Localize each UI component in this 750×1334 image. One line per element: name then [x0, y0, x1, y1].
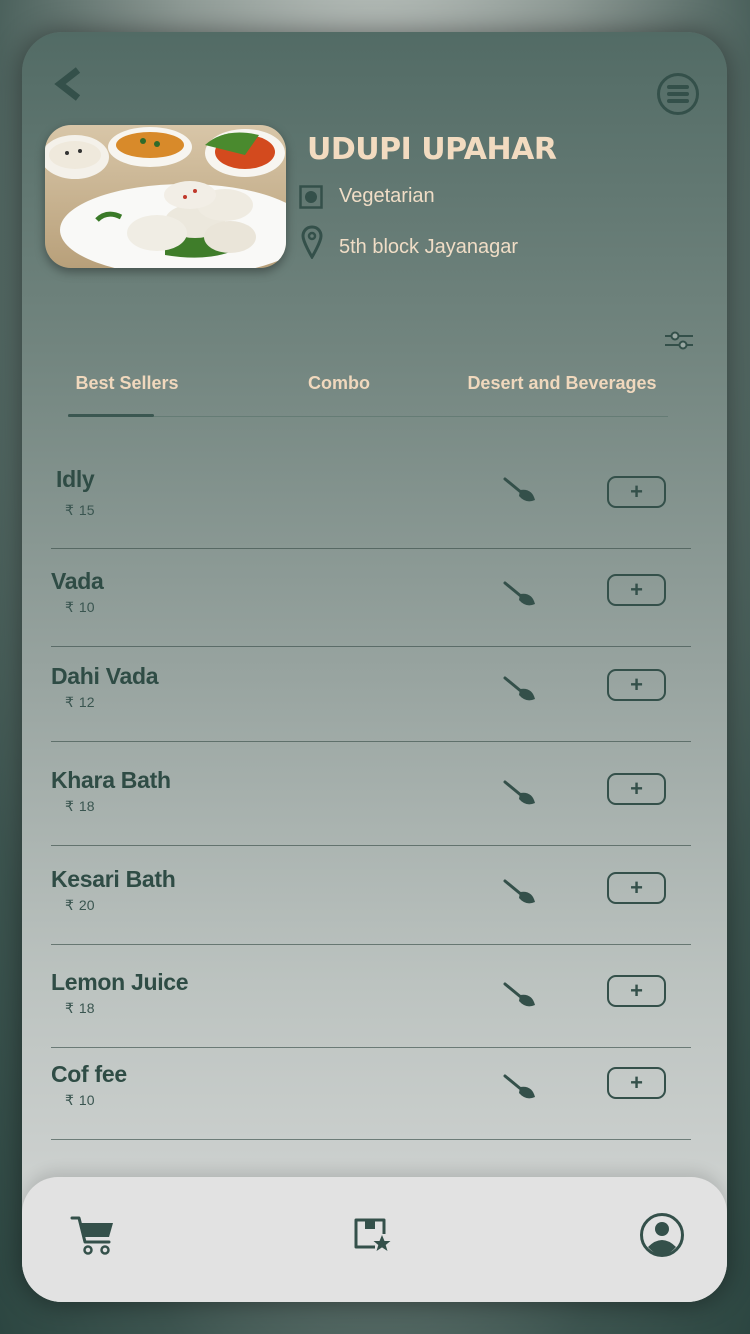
- filter-button[interactable]: [664, 330, 694, 352]
- item-divider: [51, 944, 691, 945]
- tab-divider: [68, 416, 668, 417]
- spoon-icon[interactable]: [502, 779, 538, 809]
- add-button[interactable]: +: [607, 476, 666, 508]
- app-screen: UDUPI UPAHAR Vegetarian 5th block Jayana…: [22, 32, 727, 1302]
- menu-button[interactable]: [656, 72, 700, 116]
- add-button[interactable]: +: [607, 773, 666, 805]
- tab-desert-and-beverages[interactable]: Desert and Beverages: [462, 373, 662, 394]
- item-name: Idly: [56, 466, 95, 492]
- item-divider: [51, 1047, 691, 1048]
- spoon-icon[interactable]: [502, 981, 538, 1011]
- item-price: ₹18: [65, 1000, 95, 1016]
- item-divider: [51, 1139, 691, 1140]
- location-label: 5th block Jayanagar: [339, 236, 519, 258]
- menu-icon: [657, 73, 699, 115]
- spoon-icon[interactable]: [502, 675, 538, 705]
- back-chevron-icon: [54, 67, 81, 101]
- item-name: Dahi Vada: [51, 663, 159, 689]
- item-divider: [51, 646, 691, 647]
- item-name: Vada: [51, 568, 104, 594]
- food-type-label: Vegetarian: [339, 185, 435, 207]
- item-price: ₹18: [65, 798, 95, 814]
- spoon-icon[interactable]: [502, 1073, 538, 1103]
- spoon-icon[interactable]: [502, 580, 538, 610]
- add-button[interactable]: +: [607, 872, 666, 904]
- filter-sliders-icon: [665, 331, 693, 350]
- item-name: Kesari Bath: [51, 866, 176, 892]
- restaurant-image: [45, 125, 286, 268]
- item-price: ₹10: [65, 1092, 95, 1108]
- veg-icon: [299, 185, 323, 209]
- item-name: Cof fee: [51, 1061, 127, 1087]
- restaurant-name: UDUPI UPAHAR: [307, 132, 557, 167]
- item-name: Khara Bath: [51, 767, 171, 793]
- item-price: ₹15: [65, 502, 95, 518]
- saved-items-icon[interactable]: [353, 1217, 393, 1253]
- bottom-nav-bar: [22, 1177, 727, 1302]
- profile-icon[interactable]: [639, 1212, 685, 1258]
- tab-combo[interactable]: Combo: [284, 373, 394, 394]
- item-divider: [51, 741, 691, 742]
- add-button[interactable]: +: [607, 1067, 666, 1099]
- add-button[interactable]: +: [607, 574, 666, 606]
- item-price: ₹12: [65, 694, 95, 710]
- item-name: Lemon Juice: [51, 969, 189, 995]
- item-price: ₹20: [65, 897, 95, 913]
- add-button[interactable]: +: [607, 669, 666, 701]
- back-button[interactable]: [52, 64, 86, 104]
- tab-best-sellers[interactable]: Best Sellers: [68, 373, 186, 394]
- location-pin-icon: [301, 225, 323, 259]
- item-price: ₹10: [65, 599, 95, 615]
- spoon-icon[interactable]: [502, 476, 538, 506]
- item-divider: [51, 548, 691, 549]
- item-divider: [51, 845, 691, 846]
- active-tab-indicator: [68, 414, 154, 417]
- add-button[interactable]: +: [607, 975, 666, 1007]
- cart-icon[interactable]: [70, 1214, 116, 1256]
- spoon-icon[interactable]: [502, 878, 538, 908]
